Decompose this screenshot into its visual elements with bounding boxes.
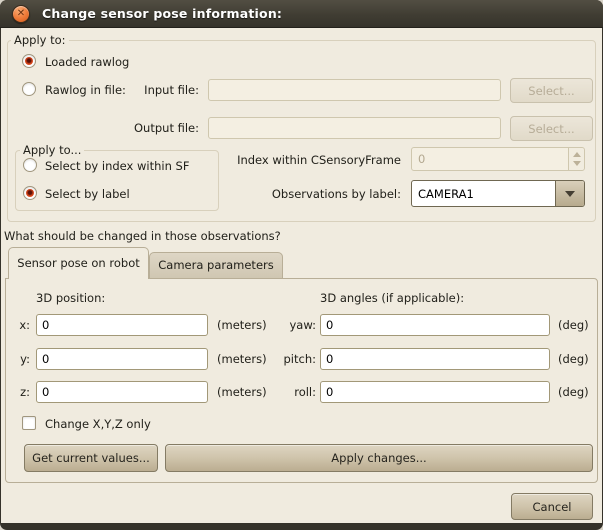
observations-combobox[interactable]: CAMERA1: [411, 180, 585, 207]
tab-sensor-pose[interactable]: Sensor pose on robot: [8, 247, 149, 279]
chevron-down-icon: [565, 191, 575, 197]
y-field[interactable]: [36, 348, 208, 370]
select-by-label-radio[interactable]: [23, 186, 37, 200]
loaded-rawlog-label: Loaded rawlog: [45, 55, 129, 69]
y-unit-label: (meters): [217, 352, 267, 366]
change-xyz-only-label: Change X,Y,Z only: [45, 417, 151, 431]
get-current-values-button[interactable]: Get current values...: [24, 444, 158, 472]
spin-down-icon[interactable]: [573, 161, 581, 166]
tab-camera-parameters[interactable]: Camera parameters: [149, 252, 283, 279]
x-field[interactable]: [36, 314, 208, 336]
apply-to-group-label: Apply to:: [11, 33, 69, 47]
output-file-label: Output file:: [121, 121, 199, 135]
question-label: What should be changed in those observat…: [4, 229, 281, 243]
select-by-index-radio[interactable]: [23, 158, 37, 172]
apply-changes-button[interactable]: Apply changes...: [165, 444, 593, 472]
yaw-unit-label: (deg): [558, 318, 589, 332]
angles-header: 3D angles (if applicable):: [320, 291, 464, 305]
pitch-unit-label: (deg): [558, 352, 589, 366]
roll-unit-label: (deg): [558, 385, 589, 399]
loaded-rawlog-radio[interactable]: [22, 54, 36, 68]
dialog-window: ✕ Change sensor pose information: Apply …: [0, 0, 603, 530]
index-within-csensoryframe-label: Index within CSensoryFrame: [231, 153, 401, 167]
selection-mode-group-label: Apply to...: [20, 143, 84, 157]
sensor-pose-panel: 3D position: 3D angles (if applicable): …: [5, 278, 598, 483]
combo-dropdown-button[interactable]: [555, 181, 584, 206]
input-file-field[interactable]: [208, 79, 501, 101]
pitch-field[interactable]: [320, 348, 550, 370]
window-title: Change sensor pose information:: [42, 0, 282, 28]
z-unit-label: (meters): [217, 385, 267, 399]
x-label: x:: [12, 318, 30, 332]
yaw-label: yaw:: [266, 318, 316, 332]
dialog-body: Apply to: Loaded rawlog Rawlog in file: …: [1, 28, 602, 523]
x-unit-label: (meters): [217, 318, 267, 332]
y-label: y:: [12, 352, 30, 366]
yaw-field[interactable]: [320, 314, 550, 336]
observations-combobox-value: CAMERA1: [418, 187, 474, 201]
titlebar[interactable]: ✕ Change sensor pose information:: [0, 0, 603, 28]
index-spinner-value: 0: [418, 152, 425, 166]
close-icon[interactable]: ✕: [12, 5, 30, 23]
index-spinner[interactable]: 0: [411, 147, 585, 171]
spinner-arrows[interactable]: [568, 148, 584, 170]
observations-by-label-label: Observations by label:: [231, 187, 401, 201]
z-label: z:: [12, 385, 30, 399]
output-file-field[interactable]: [208, 117, 501, 139]
output-file-select-button[interactable]: Select...: [510, 116, 593, 141]
input-file-select-button[interactable]: Select...: [510, 78, 593, 103]
spin-up-icon[interactable]: [573, 152, 581, 157]
input-file-label: Input file:: [129, 83, 199, 97]
rawlog-in-file-label: Rawlog in file:: [45, 83, 126, 97]
select-by-index-label: Select by index within SF: [45, 159, 189, 173]
position-header: 3D position:: [36, 291, 105, 305]
roll-label: roll:: [266, 385, 316, 399]
rawlog-in-file-radio[interactable]: [22, 82, 36, 96]
select-by-label-label: Select by label: [45, 187, 130, 201]
cancel-button[interactable]: Cancel: [511, 493, 593, 520]
roll-field[interactable]: [320, 381, 550, 403]
z-field[interactable]: [36, 381, 208, 403]
change-xyz-only-checkbox[interactable]: [22, 416, 36, 430]
pitch-label: pitch:: [266, 352, 316, 366]
